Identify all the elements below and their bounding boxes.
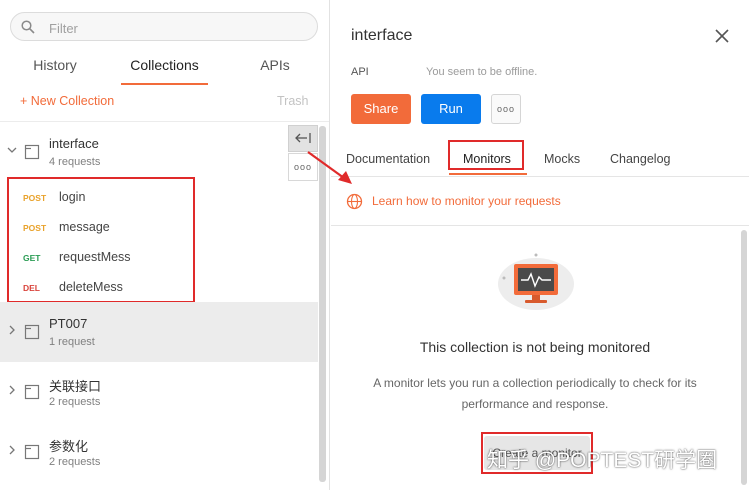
panel-scrollbar[interactable] <box>741 230 747 485</box>
folder-icon <box>24 324 40 340</box>
globe-icon <box>346 193 363 210</box>
collection-name: 参数化 <box>49 439 89 454</box>
api-label: API <box>351 66 369 78</box>
collection-name: PT007 <box>49 316 88 331</box>
more-actions-button[interactable]: ooo <box>491 94 521 124</box>
chevron-right-icon[interactable] <box>6 444 18 456</box>
search-icon <box>21 20 35 34</box>
folder-icon <box>24 144 40 160</box>
collection-item-pt007[interactable]: PT007 1 request <box>0 302 318 362</box>
collection-item-related-interfaces[interactable]: 关联接口 2 requests <box>0 362 318 422</box>
collection-name: interface <box>49 136 99 151</box>
divider <box>331 225 749 226</box>
active-tab-indicator <box>449 173 527 175</box>
chevron-down-icon[interactable] <box>6 144 18 156</box>
trash-link[interactable]: Trash <box>277 94 309 108</box>
collection-name: 关联接口 <box>49 379 102 394</box>
collection-item-parameterization[interactable]: 参数化 2 requests <box>0 422 318 482</box>
collection-item-interface[interactable]: interface 4 requests <box>0 122 318 182</box>
close-button[interactable] <box>713 27 731 45</box>
chevron-right-icon[interactable] <box>6 384 18 396</box>
folder-icon <box>24 444 40 460</box>
run-button[interactable]: Run <box>421 94 481 124</box>
learn-link-text[interactable]: Learn how to monitor your requests <box>372 194 561 208</box>
collection-detail-panel <box>331 0 749 490</box>
search-input[interactable] <box>47 18 306 38</box>
folder-icon <box>24 384 40 400</box>
divider <box>331 176 749 177</box>
tab-changelog[interactable]: Changelog <box>610 152 670 166</box>
collection-request-count: 2 requests <box>49 396 101 408</box>
tab-apis[interactable]: APIs <box>250 57 300 83</box>
annotation-arrow <box>307 151 352 184</box>
empty-state-description: A monitor lets you run a collection peri… <box>373 376 697 411</box>
close-icon <box>715 29 729 43</box>
collection-request-count: 1 request <box>49 336 95 348</box>
offline-status: You seem to be offline. <box>426 66 538 78</box>
share-button[interactable]: Share <box>351 94 411 124</box>
collection-request-count: 4 requests <box>49 156 101 168</box>
panel-title: interface <box>351 27 413 44</box>
monitor-illustration <box>498 253 574 310</box>
tab-collections[interactable]: Collections <box>121 57 208 85</box>
tab-history[interactable]: History <box>20 57 90 83</box>
watermark: 知乎 @POPTEST研学圈 <box>487 449 718 472</box>
annotation-box-monitors <box>448 140 524 170</box>
collection-request-count: 2 requests <box>49 456 101 468</box>
tab-mocks[interactable]: Mocks <box>544 152 580 166</box>
new-collection-button[interactable]: + New Collection <box>20 94 114 108</box>
search-box[interactable] <box>10 12 318 41</box>
annotation-box-requests <box>7 177 195 303</box>
chevron-right-icon[interactable] <box>6 324 18 336</box>
more-icon: ooo <box>496 104 516 114</box>
empty-state-title: This collection is not being monitored <box>419 339 651 355</box>
